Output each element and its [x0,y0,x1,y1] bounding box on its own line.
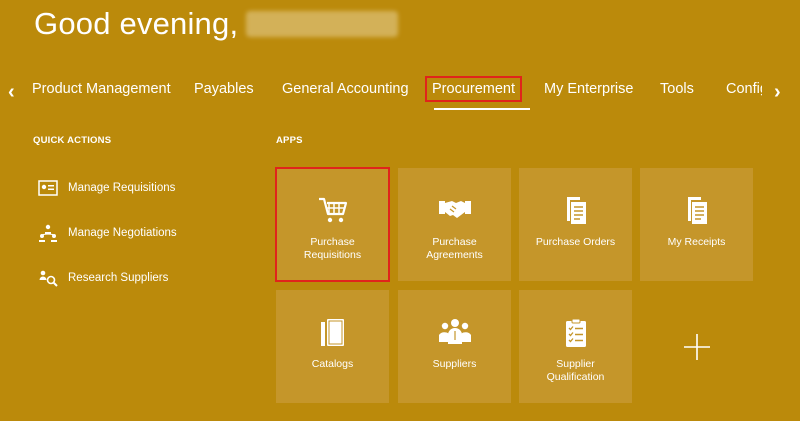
quick-action-research-suppliers[interactable]: Research Suppliers [38,268,168,288]
scroll-left-icon[interactable]: ‹ [8,82,15,102]
plus-icon [683,333,710,360]
quick-action-manage-negotiations[interactable]: Manage Negotiations [38,223,177,243]
tile-supplier-qualification[interactable]: Supplier Qualification [519,290,632,403]
tab-payables[interactable]: Payables [194,81,254,97]
tile-label: Catalogs [282,358,383,371]
selected-tab-underline [434,108,530,110]
quick-action-label: Manage Negotiations [68,227,177,239]
quick-action-label: Research Suppliers [68,272,169,284]
quick-action-label: Manage Requisitions [68,182,176,194]
tile-label: Suppliers [404,358,505,371]
tile-label-line1: Purchase Orders [535,236,616,248]
tab-general-accounting[interactable]: General Accounting [282,81,409,97]
negotiation-people-icon [39,224,57,242]
greeting: Good evening, [34,6,399,42]
tile-label-line1: Purchase [310,236,355,248]
research-suppliers-icon [39,270,58,287]
receipt-icon [640,196,753,224]
tile-label-line2: Agreements [426,249,483,261]
tile-catalogs[interactable]: Catalogs [276,290,389,403]
shopping-cart-icon [276,196,389,224]
handshake-icon [398,196,511,224]
tile-suppliers[interactable]: Suppliers [398,290,511,403]
tile-label: Purchase Orders [525,236,626,249]
documents-icon [519,196,632,224]
tile-label: Purchase Agreements [404,236,505,262]
tile-label-line2: Requisitions [303,249,362,261]
tile-label-line1: My Receipts [667,236,726,248]
scroll-right-icon[interactable]: › [774,82,781,102]
tile-label: Purchase Requisitions [282,236,383,262]
tab-tools[interactable]: Tools [660,81,694,97]
tab-procurement[interactable]: Procurement [424,76,523,102]
tab-my-enterprise[interactable]: My Enterprise [544,81,633,97]
apps-title: APPS [276,135,303,146]
tile-label: Supplier Qualification [525,358,626,384]
nav-tabs: Product Management Payables General Acco… [32,72,762,112]
navigation-bar: ‹ Product Management Payables General Ac… [0,72,800,112]
tile-label-line1: Purchase [432,236,477,248]
tab-product-management[interactable]: Product Management [32,81,171,97]
greeting-text: Good evening, [34,6,239,41]
catalog-icon [276,318,389,346]
tile-purchase-agreements[interactable]: Purchase Agreements [398,168,511,281]
tile-my-receipts[interactable]: My Receipts [640,168,753,281]
tile-label: My Receipts [646,236,747,249]
user-name-blurred [246,11,399,37]
checklist-icon [519,318,632,347]
tile-label-line1: Suppliers [432,358,477,370]
suppliers-icon [398,318,511,346]
requisition-form-icon [38,180,58,196]
quick-actions-title: QUICK ACTIONS [33,135,112,146]
add-app-button[interactable] [640,290,753,403]
tile-purchase-orders[interactable]: Purchase Orders [519,168,632,281]
tile-label-line1: Supplier [556,358,595,370]
quick-action-manage-requisitions[interactable]: Manage Requisitions [38,178,175,198]
tile-label-line1: Catalogs [311,358,354,370]
tile-label-line2: Qualification [546,371,605,383]
tab-config[interactable]: Config [726,81,762,97]
tile-purchase-requisitions[interactable]: Purchase Requisitions [275,167,390,282]
